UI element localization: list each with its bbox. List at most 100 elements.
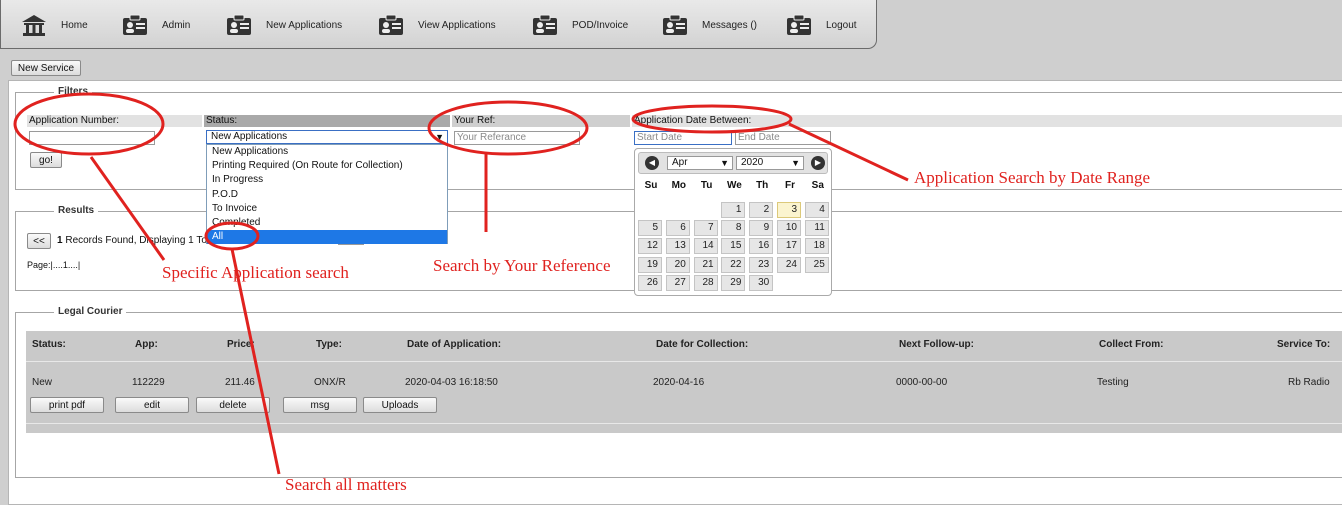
next-month-icon[interactable]: ▶ <box>811 156 825 170</box>
go-button[interactable]: go! <box>30 152 62 168</box>
calendar-day[interactable]: 28 <box>693 274 718 291</box>
nav-admin[interactable]: Admin <box>122 13 190 37</box>
calendar-day[interactable]: 24 <box>777 256 801 273</box>
delete-button[interactable]: delete <box>196 397 270 413</box>
results-legend: Results <box>54 205 99 216</box>
column-header: Type: <box>316 339 342 350</box>
year-value: 2020 <box>741 157 764 168</box>
calendar-day[interactable]: 19 <box>638 256 662 273</box>
nav-home[interactable]: Home <box>21 13 88 37</box>
weekday-header: Su <box>644 180 658 191</box>
status-select[interactable]: New Applications ▼ <box>206 130 448 144</box>
calendar-day[interactable]: 10 <box>777 220 801 237</box>
status-option-selected[interactable]: All <box>207 230 447 245</box>
chevron-down-icon: ▼ <box>435 132 444 142</box>
calendar-day[interactable]: 6 <box>665 220 690 237</box>
chevron-down-icon: ▼ <box>791 158 800 168</box>
weekday-header: Sa <box>811 180 824 191</box>
application-number-input[interactable] <box>29 131 155 145</box>
header-divider <box>26 361 1342 362</box>
calendar-day[interactable]: 25 <box>804 256 829 273</box>
table-cell: Testing <box>1097 377 1129 388</box>
status-option[interactable]: Printing Required (On Route for Collecti… <box>207 159 447 173</box>
annotation-specific-search: Specific Application search <box>162 263 349 282</box>
calendar-day[interactable]: 30 <box>749 274 774 291</box>
records-summary-text: Records Found, Displaying 1 To <box>62 235 207 246</box>
msg-button[interactable]: msg <box>283 397 357 413</box>
nav-new-applications[interactable]: New Applications <box>226 13 342 37</box>
calendar-day[interactable]: 14 <box>693 238 718 255</box>
calendar-day[interactable]: 8 <box>721 220 746 237</box>
id-card-icon <box>379 14 403 35</box>
new-service-button[interactable]: New Service <box>11 60 81 76</box>
column-header: Collect From: <box>1099 339 1164 350</box>
nav-messages[interactable]: Messages () <box>662 13 757 37</box>
calendar-day[interactable]: 20 <box>665 256 690 273</box>
column-header: Date for Collection: <box>656 339 749 350</box>
application-date-label: Application Date Between: <box>632 115 1342 127</box>
status-select-value: New Applications <box>211 131 288 142</box>
top-nav-bar: Home Admin New Applications View Applica… <box>0 0 877 49</box>
column-header: Date of Application: <box>407 339 502 350</box>
status-option[interactable]: To Invoice <box>207 202 447 216</box>
column-header: Price: <box>227 339 255 350</box>
status-option[interactable]: New Applications <box>207 145 447 159</box>
calendar-day[interactable]: 12 <box>638 238 662 255</box>
calendar-day[interactable]: 26 <box>638 274 662 291</box>
column-header: Service To: <box>1277 339 1331 350</box>
pagination[interactable]: Page:|....1....| <box>27 260 80 270</box>
id-card-icon <box>227 14 251 35</box>
nav-pod-invoice[interactable]: POD/Invoice <box>532 13 628 37</box>
your-ref-input[interactable]: Your Referance <box>454 131 580 145</box>
calendar-day[interactable]: 7 <box>693 220 718 237</box>
chevron-down-icon: ▼ <box>720 158 729 168</box>
calendar-day[interactable]: 4 <box>804 202 829 218</box>
calendar-day-today[interactable]: 3 <box>777 202 801 218</box>
status-option[interactable]: In Progress <box>207 173 447 187</box>
id-card-icon <box>663 14 687 35</box>
status-option[interactable]: Completed <box>207 216 447 230</box>
status-option[interactable]: P.O.D <box>207 188 447 202</box>
annotation-date-range: Application Search by Date Range <box>914 168 1151 187</box>
start-date-input[interactable]: Start Date <box>634 131 732 145</box>
print-pdf-button[interactable]: print pdf <box>30 397 104 413</box>
weekday-header: Fr <box>785 180 795 191</box>
nav-logout[interactable]: Logout <box>786 13 857 37</box>
month-select[interactable]: Apr ▼ <box>667 156 733 170</box>
date-picker-header: ◀ Apr ▼ 2020 ▼ ▶ <box>638 152 828 174</box>
previous-month-icon[interactable]: ◀ <box>645 156 659 170</box>
calendar-day[interactable]: 29 <box>721 274 746 291</box>
table-cell: 2020-04-03 16:18:50 <box>405 377 498 388</box>
calendar-day[interactable]: 15 <box>721 238 746 255</box>
weekday-header: Th <box>756 180 769 191</box>
weekday-header: Mo <box>671 180 687 191</box>
previous-page-button[interactable]: << <box>27 233 51 249</box>
calendar-day[interactable]: 11 <box>804 220 829 237</box>
nav-view-applications[interactable]: View Applications <box>378 13 496 37</box>
table-cell: 112229 <box>132 377 165 388</box>
status-dropdown: New Applications Printing Required (On R… <box>206 144 448 245</box>
calendar-day[interactable]: 21 <box>693 256 718 273</box>
calendar-day[interactable]: 17 <box>777 238 801 255</box>
row-divider <box>26 423 1342 424</box>
year-select[interactable]: 2020 ▼ <box>736 156 804 170</box>
uploads-button[interactable]: Uploads <box>363 397 437 413</box>
calendar-day[interactable]: 27 <box>665 274 690 291</box>
calendar-day[interactable]: 16 <box>749 238 774 255</box>
calendar-day[interactable]: 2 <box>749 202 774 218</box>
your-ref-label: Your Ref: <box>452 115 630 127</box>
calendar-day[interactable]: 22 <box>721 256 746 273</box>
calendar-day[interactable]: 23 <box>749 256 774 273</box>
calendar-day[interactable]: 9 <box>749 220 774 237</box>
end-date-input[interactable]: End Date <box>735 131 831 145</box>
weekday-header: Tu <box>700 180 713 191</box>
table-cell: ONX/R <box>314 377 346 388</box>
calendar-day[interactable]: 5 <box>638 220 662 237</box>
calendar-day[interactable]: 13 <box>665 238 690 255</box>
calendar-day[interactable]: 1 <box>721 202 746 218</box>
date-picker: ◀ Apr ▼ 2020 ▼ ▶ Su Mo Tu We Th Fr Sa 12345678… <box>634 148 832 296</box>
edit-button[interactable]: edit <box>115 397 189 413</box>
records-summary: 1 Records Found, Displaying 1 To <box>57 235 207 246</box>
calendar-day[interactable]: 18 <box>804 238 829 255</box>
nav-label-messages: Messages () <box>702 19 758 31</box>
